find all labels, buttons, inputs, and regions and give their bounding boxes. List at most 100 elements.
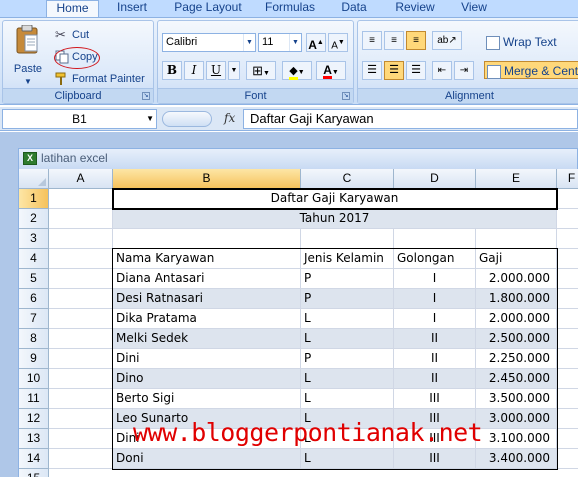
workbook-title-bar[interactable]: X latihan excel <box>18 148 578 169</box>
row-header-2[interactable]: 2 <box>19 209 49 229</box>
tab-review[interactable]: Review <box>386 0 444 17</box>
cell[interactable] <box>557 369 578 389</box>
cell[interactable] <box>557 229 578 249</box>
align-top-button[interactable]: ≡ <box>362 31 382 50</box>
cell[interactable] <box>49 269 113 289</box>
table-cell-gender[interactable]: P <box>301 289 394 309</box>
tab-page-layout[interactable]: Page Layout <box>168 0 248 17</box>
table-cell-salary[interactable]: 1.800.000 <box>476 289 557 309</box>
grow-font-button[interactable]: A▲ <box>306 33 326 52</box>
align-center-button[interactable]: ☰ <box>384 61 404 80</box>
cell[interactable] <box>394 229 476 249</box>
tab-view[interactable]: View <box>452 0 496 17</box>
row-header-11[interactable]: 11 <box>19 389 49 409</box>
cell[interactable] <box>476 229 557 249</box>
cell[interactable] <box>49 409 113 429</box>
fill-color-button[interactable]: ◆▼ <box>282 61 312 80</box>
cell[interactable] <box>49 369 113 389</box>
tab-formulas[interactable]: Formulas <box>258 0 322 17</box>
chevron-down-icon[interactable]: ▼ <box>243 34 255 51</box>
decrease-indent-button[interactable]: ⇤ <box>432 61 452 80</box>
cell[interactable] <box>557 189 578 209</box>
wrap-text-button[interactable]: Wrap Text <box>486 33 557 51</box>
table-cell-salary[interactable]: 2.500.000 <box>476 329 557 349</box>
align-right-button[interactable]: ☰ <box>406 61 426 80</box>
orientation-button[interactable]: ab↗ <box>432 31 462 50</box>
row-header-10[interactable]: 10 <box>19 369 49 389</box>
table-cell-name[interactable]: Berto Sigi <box>113 389 301 409</box>
table-cell-name[interactable]: Dino <box>113 369 301 389</box>
cell[interactable] <box>557 429 578 449</box>
dialog-launcher-icon[interactable]: ↘ <box>142 92 150 100</box>
table-cell-name[interactable]: Dika Pratama <box>113 309 301 329</box>
column-header-a[interactable]: A <box>49 169 113 189</box>
column-header-b[interactable]: B <box>113 169 301 189</box>
table-cell-grade[interactable]: I <box>394 269 476 289</box>
row-header-15[interactable]: 15 <box>19 469 49 477</box>
name-box[interactable]: B1 ▼ <box>2 109 157 129</box>
row-header-5[interactable]: 5 <box>19 269 49 289</box>
header-golongan[interactable]: Golongan <box>394 249 476 269</box>
font-name-combo[interactable]: Calibri ▼ <box>162 33 256 52</box>
underline-button[interactable]: U <box>206 61 226 80</box>
merge-center-button[interactable]: Merge & Cent <box>484 61 578 79</box>
italic-button[interactable]: I <box>184 61 204 80</box>
borders-button[interactable]: ⊞▼ <box>246 61 276 80</box>
row-header-12[interactable]: 12 <box>19 409 49 429</box>
dialog-launcher-icon[interactable]: ↘ <box>342 92 350 100</box>
cell[interactable] <box>49 209 113 229</box>
row-header-14[interactable]: 14 <box>19 449 49 469</box>
sheet-title-cell[interactable]: Daftar Gaji Karyawan <box>113 189 557 209</box>
cell[interactable] <box>557 389 578 409</box>
table-cell-salary[interactable]: 2.250.000 <box>476 349 557 369</box>
column-header-d[interactable]: D <box>394 169 476 189</box>
table-cell-grade[interactable]: I <box>394 289 476 309</box>
paste-button[interactable]: Paste ▼ <box>9 25 47 87</box>
table-cell-gender[interactable]: P <box>301 269 394 289</box>
align-left-button[interactable]: ☰ <box>362 61 382 80</box>
table-cell-salary[interactable]: 3.500.000 <box>476 389 557 409</box>
header-gaji[interactable]: Gaji <box>476 249 557 269</box>
table-cell-name[interactable]: Doni <box>113 449 301 469</box>
cell[interactable] <box>49 229 113 249</box>
shrink-font-button[interactable]: A▼ <box>328 33 348 52</box>
cell[interactable] <box>557 309 578 329</box>
header-nama-karyawan[interactable]: Nama Karyawan <box>113 249 301 269</box>
insert-function-icon[interactable]: fx <box>224 111 235 125</box>
table-cell-name[interactable]: Dini <box>113 349 301 369</box>
cell[interactable] <box>557 409 578 429</box>
cell[interactable] <box>49 249 113 269</box>
table-cell-name[interactable]: Desi Ratnasari <box>113 289 301 309</box>
table-cell-grade[interactable]: II <box>394 369 476 389</box>
cell[interactable] <box>557 269 578 289</box>
table-cell-gender[interactable]: L <box>301 309 394 329</box>
table-cell-grade[interactable]: III <box>394 449 476 469</box>
cell[interactable] <box>557 329 578 349</box>
chevron-down-icon[interactable]: ▼ <box>146 110 154 128</box>
column-header-e[interactable]: E <box>476 169 557 189</box>
table-cell-grade[interactable]: I <box>394 309 476 329</box>
increase-indent-button[interactable]: ⇥ <box>454 61 474 80</box>
cell[interactable] <box>113 229 301 249</box>
column-header-c[interactable]: C <box>301 169 394 189</box>
sheet-subtitle-cell[interactable]: Tahun 2017 <box>113 209 557 229</box>
table-cell-name[interactable]: Melki Sedek <box>113 329 301 349</box>
font-size-combo[interactable]: 11 ▼ <box>258 33 302 52</box>
table-cell-salary[interactable]: 2.450.000 <box>476 369 557 389</box>
align-middle-button[interactable]: ≡ <box>384 31 404 50</box>
table-cell-name[interactable]: Diana Antasari <box>113 269 301 289</box>
row-header-13[interactable]: 13 <box>19 429 49 449</box>
chevron-down-icon[interactable]: ▼ <box>289 34 301 51</box>
format-painter-button[interactable]: Format Painter <box>55 70 145 88</box>
table-cell-salary[interactable]: 3.100.000 <box>476 429 557 449</box>
row-header-7[interactable]: 7 <box>19 309 49 329</box>
formula-bar-resize-handle[interactable] <box>162 111 212 127</box>
row-header-8[interactable]: 8 <box>19 329 49 349</box>
table-cell-salary[interactable]: 2.000.000 <box>476 269 557 289</box>
table-cell-salary[interactable]: 3.400.000 <box>476 449 557 469</box>
cell[interactable] <box>557 289 578 309</box>
row-header-6[interactable]: 6 <box>19 289 49 309</box>
table-cell-gender[interactable]: L <box>301 369 394 389</box>
cell[interactable] <box>49 309 113 329</box>
cell[interactable] <box>49 189 113 209</box>
